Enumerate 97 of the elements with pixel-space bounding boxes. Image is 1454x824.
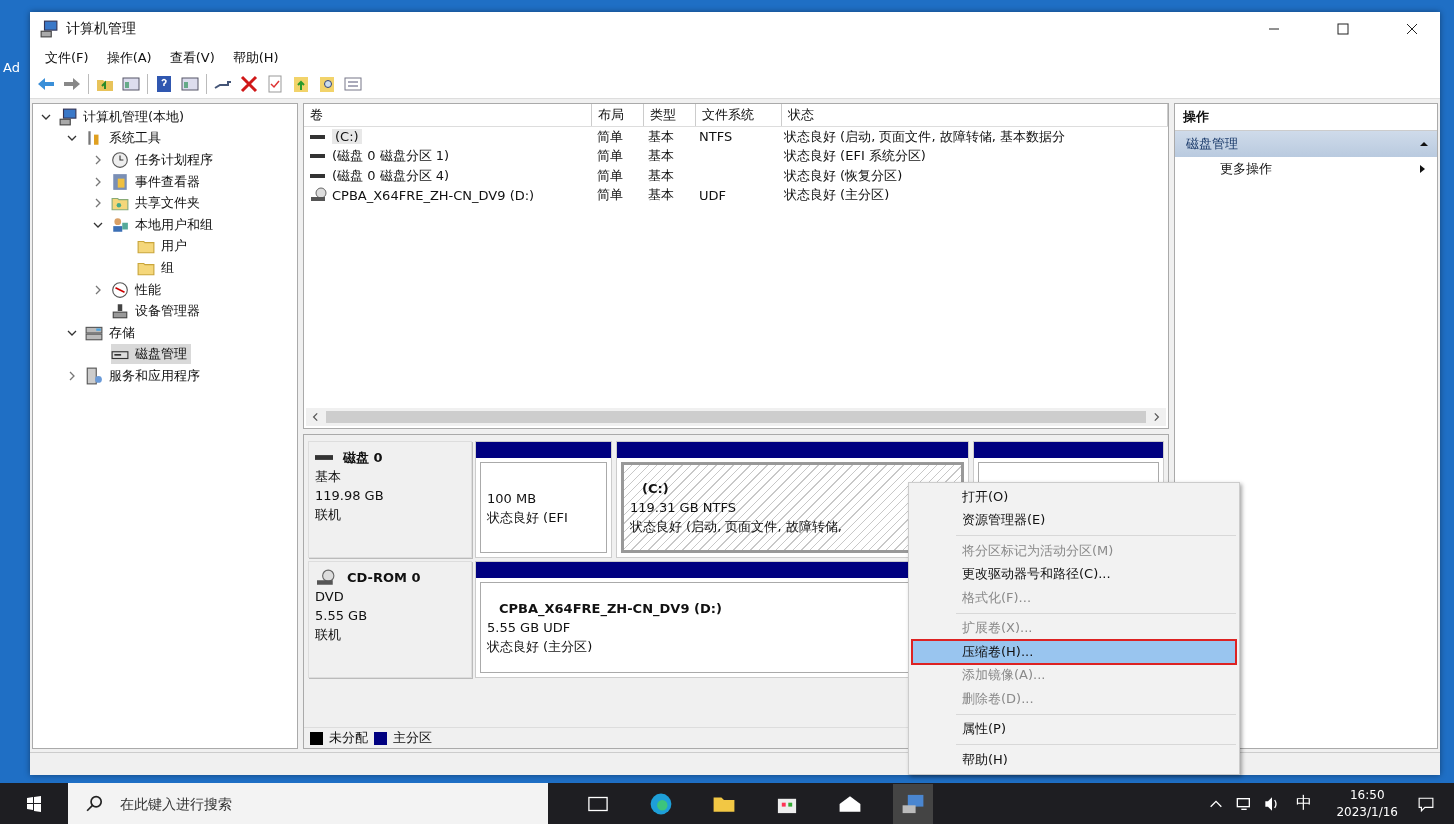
tree-item[interactable]: 组 bbox=[161, 258, 174, 277]
disk-info-panel[interactable]: 磁盘 0 基本 119.98 GB 联机 bbox=[308, 441, 472, 558]
maximize-icon[interactable] bbox=[1337, 23, 1349, 35]
computer-management-icon[interactable] bbox=[893, 783, 933, 824]
table-cell: 状态良好 (EFI 系统分区) bbox=[784, 147, 926, 166]
column-header[interactable]: 卷 bbox=[304, 104, 592, 126]
gauge-icon bbox=[111, 280, 129, 299]
input-method-indicator[interactable]: 中 bbox=[1296, 793, 1313, 814]
tree-item[interactable]: 服务和应用程序 bbox=[109, 366, 200, 385]
table-cell: 基本 bbox=[648, 147, 674, 166]
action-item[interactable]: 更多操作 bbox=[1175, 157, 1437, 181]
disk-type: DVD bbox=[315, 588, 345, 606]
tree-item[interactable]: 计算机管理(本地) bbox=[83, 107, 185, 126]
partition-name: (C:) bbox=[641, 480, 669, 498]
services-icon bbox=[85, 366, 103, 385]
table-cell: 简单 bbox=[597, 147, 623, 166]
table-cell: (C:) bbox=[332, 129, 362, 145]
disk-name: 磁盘 0 bbox=[343, 449, 383, 467]
panel-icon[interactable] bbox=[121, 74, 141, 94]
partition-size: 5.55 GB UDF bbox=[487, 619, 571, 637]
partition-name: CPBA_X64FRE_ZH-CN_DV9 (D:) bbox=[498, 600, 722, 618]
column-header[interactable]: 状态 bbox=[782, 104, 1168, 126]
cd-drive-icon bbox=[315, 568, 337, 587]
context-menu-item[interactable]: 压缩卷(H)... bbox=[912, 640, 1236, 664]
tree-item[interactable]: 性能 bbox=[135, 280, 161, 299]
disk-state: 联机 bbox=[315, 506, 342, 524]
table-cell: NTFS bbox=[699, 129, 733, 145]
column-header[interactable]: 文件系统 bbox=[696, 104, 782, 126]
tree-item[interactable]: 系统工具 bbox=[109, 129, 161, 148]
column-header[interactable]: 布局 bbox=[592, 104, 644, 126]
menu-item[interactable]: 帮助(H) bbox=[225, 49, 286, 67]
search-field[interactable]: 在此键入进行搜索 bbox=[68, 783, 548, 824]
close-icon[interactable] bbox=[1406, 23, 1418, 35]
table-cell: CPBA_X64FRE_ZH-CN_DV9 (D:) bbox=[332, 187, 535, 203]
partition[interactable]: 100 MB 状态良好 (EFI bbox=[475, 441, 612, 558]
partition-size: 119.31 GB NTFS bbox=[630, 499, 736, 517]
submenu-arrow-icon bbox=[1417, 164, 1427, 174]
legend-label: 主分区 bbox=[393, 729, 432, 747]
tree-item[interactable]: 设备管理器 bbox=[135, 302, 200, 321]
clock-icon bbox=[111, 151, 129, 169]
table-cell: 状态良好 (主分区) bbox=[784, 186, 890, 205]
device-icon bbox=[111, 302, 129, 321]
partition-status: 状态良好 (EFI bbox=[487, 508, 568, 527]
desktop-icon-label[interactable]: Ad bbox=[0, 60, 20, 75]
tree-item[interactable]: 任务计划程序 bbox=[135, 151, 213, 169]
log-icon bbox=[111, 172, 129, 191]
table-cell: 简单 bbox=[597, 166, 623, 185]
users-icon bbox=[111, 215, 129, 234]
start-icon[interactable] bbox=[26, 795, 42, 812]
table-cell: 基本 bbox=[648, 166, 674, 185]
disk-name: CD-ROM 0 bbox=[347, 569, 421, 587]
table-cell: 基本 bbox=[648, 127, 674, 146]
computer-icon bbox=[59, 107, 77, 126]
help-icon[interactable] bbox=[154, 74, 174, 94]
folder-search-icon[interactable] bbox=[317, 74, 337, 94]
partition-status: 状态良好 (主分区) bbox=[487, 638, 593, 656]
table-cell: 基本 bbox=[648, 186, 674, 205]
column-header[interactable]: 类型 bbox=[644, 104, 696, 126]
collapse-icon[interactable] bbox=[1419, 139, 1429, 149]
disk-type: 基本 bbox=[315, 468, 342, 486]
disk-info-panel[interactable]: CD-ROM 0 DVD 5.55 GB 联机 bbox=[308, 561, 472, 678]
search-icon bbox=[86, 795, 104, 813]
window-title: 计算机管理 bbox=[66, 20, 136, 38]
partition-status: 状态良好 (启动, 页面文件, 故障转储, bbox=[630, 518, 842, 536]
context-menu-item[interactable]: 属性(P) bbox=[912, 717, 1236, 741]
menu-item[interactable]: 操作(A) bbox=[99, 49, 159, 67]
table-cell: (磁盘 0 磁盘分区 1) bbox=[332, 147, 450, 166]
disk-state: 联机 bbox=[315, 626, 342, 644]
cd-drive-icon bbox=[310, 187, 328, 204]
table-cell: UDF bbox=[699, 187, 726, 203]
horizontal-scrollbar[interactable] bbox=[306, 408, 1166, 426]
tree-item[interactable]: 本地用户和组 bbox=[135, 215, 213, 234]
check-icon[interactable] bbox=[265, 74, 285, 94]
clock[interactable]: 16:50 2023/1/16 bbox=[1336, 786, 1398, 821]
table-cell: 简单 bbox=[597, 127, 623, 146]
network-icon[interactable] bbox=[1236, 795, 1253, 812]
table-cell: 简单 bbox=[597, 186, 623, 205]
notification-icon[interactable] bbox=[1418, 795, 1434, 812]
context-menu-item[interactable]: 帮助(H) bbox=[912, 748, 1236, 772]
delete-icon[interactable] bbox=[239, 74, 259, 94]
tree-item[interactable]: 共享文件夹 bbox=[135, 194, 200, 213]
menu-item[interactable]: 查看(V) bbox=[162, 49, 222, 67]
partition-size: 100 MB bbox=[487, 489, 537, 508]
tree-item[interactable]: 用户 bbox=[161, 237, 187, 256]
panel-icon[interactable] bbox=[180, 74, 200, 94]
scrollbar-thumb[interactable] bbox=[326, 411, 1146, 423]
disk-size: 119.98 GB bbox=[315, 487, 385, 505]
tree-item[interactable]: 事件查看器 bbox=[135, 172, 200, 191]
table-cell: (磁盘 0 磁盘分区 4) bbox=[332, 166, 450, 185]
actions-section-header[interactable]: 磁盘管理 bbox=[1175, 131, 1437, 157]
computer-icon bbox=[40, 20, 58, 38]
disk-size: 5.55 GB bbox=[315, 607, 369, 625]
legend-label: 未分配 bbox=[329, 729, 368, 747]
table-cell: 状态良好 (启动, 页面文件, 故障转储, 基本数据分 bbox=[784, 127, 1065, 146]
tree-item[interactable]: 存储 bbox=[109, 323, 135, 342]
menu-item[interactable]: 文件(F) bbox=[38, 49, 96, 67]
table-cell: 状态良好 (恢复分区) bbox=[784, 166, 903, 185]
